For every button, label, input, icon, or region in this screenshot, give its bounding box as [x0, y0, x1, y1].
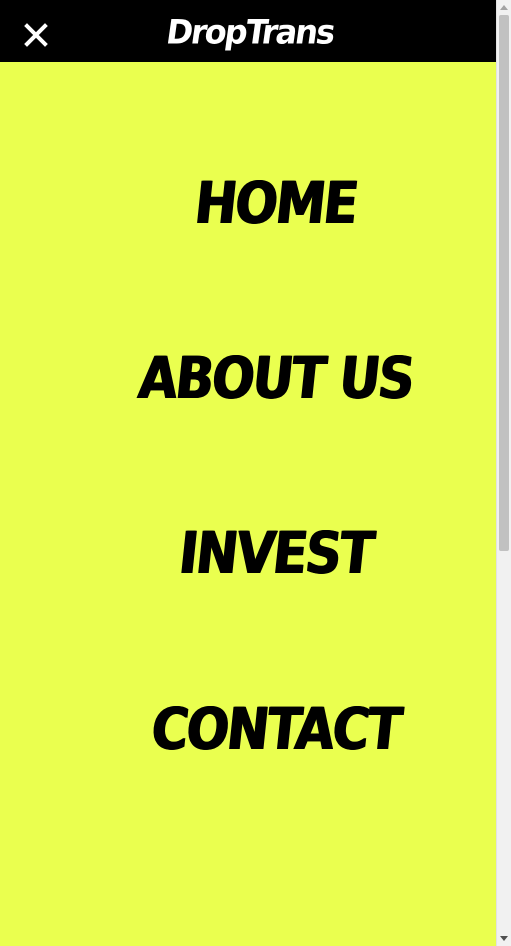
scroll-down-arrow-icon[interactable] — [500, 936, 508, 941]
menu-item-contact[interactable]: CONTACT — [36, 695, 511, 763]
brand-logo[interactable]: DropTrans — [164, 8, 336, 56]
menu-item-invest[interactable]: INVEST — [36, 519, 511, 587]
scrollbar-thumb[interactable] — [499, 15, 509, 551]
mobile-menu-page: DropTrans HOME ABOUT US INVEST CONTACT — [0, 0, 496, 946]
menu-item-about-us[interactable]: ABOUT US — [36, 344, 511, 412]
menu-item-home[interactable]: HOME — [36, 169, 511, 237]
browser-viewport: DropTrans HOME ABOUT US INVEST CONTACT — [0, 0, 511, 946]
close-menu-button[interactable] — [20, 19, 52, 51]
main-navigation-menu: HOME ABOUT US INVEST CONTACT — [0, 62, 496, 946]
top-bar: DropTrans — [0, 0, 496, 62]
scroll-up-arrow-icon[interactable] — [500, 5, 508, 10]
vertical-scrollbar[interactable] — [496, 0, 511, 946]
close-icon — [24, 23, 48, 47]
